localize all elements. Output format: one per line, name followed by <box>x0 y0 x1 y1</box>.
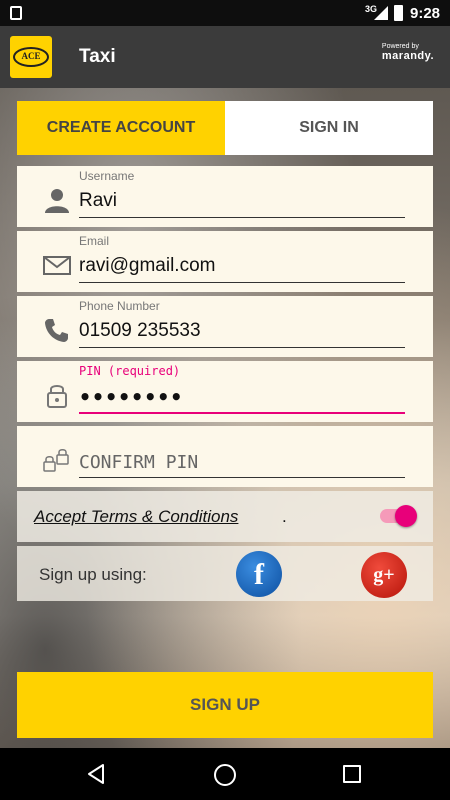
phone-icon <box>45 319 68 342</box>
facebook-icon[interactable]: f <box>236 551 282 597</box>
social-label: Sign up using: <box>39 565 147 584</box>
phone-label: Phone Number <box>79 299 160 313</box>
username-label: Username <box>79 169 135 183</box>
email-label: Email <box>79 234 110 248</box>
nav-bar <box>0 748 450 800</box>
pin-field[interactable]: PIN (required) •••••••• <box>17 361 433 422</box>
pin-underline <box>79 412 405 414</box>
terms-row: Accept Terms & Conditions . <box>17 491 433 542</box>
app-logo: ACE <box>10 36 52 78</box>
username-field[interactable]: Username Ravi <box>17 166 433 227</box>
tab-sign-in[interactable]: SIGN IN <box>225 101 433 155</box>
envelope-icon <box>43 256 71 275</box>
google-plus-icon[interactable]: g+ <box>361 552 407 598</box>
app-bar: ACE Taxi Powered by marandy. <box>0 26 450 88</box>
clock: 9:28 <box>410 5 441 22</box>
confirm-pin-underline <box>79 477 405 478</box>
status-bar: 3G 9:28 <box>0 0 450 26</box>
battery-icon <box>394 5 403 21</box>
person-icon <box>45 189 69 213</box>
terms-toggle[interactable] <box>395 505 417 527</box>
pin-label: PIN (required) <box>79 364 181 378</box>
username-underline <box>79 217 405 218</box>
sd-card-icon <box>10 6 22 20</box>
email-field[interactable]: Email ravi@gmail.com <box>17 231 433 292</box>
tab-create-account[interactable]: CREATE ACCOUNT <box>17 101 225 155</box>
back-icon[interactable] <box>86 763 106 785</box>
terms-suffix: . <box>282 507 287 526</box>
lock-icon <box>47 385 67 408</box>
recents-icon[interactable] <box>343 765 361 783</box>
app-title: Taxi <box>79 46 116 67</box>
phone-field[interactable]: Phone Number 01509 235533 <box>17 296 433 357</box>
confirm-pin-input[interactable]: CONFIRM PIN <box>79 452 198 473</box>
sign-up-button[interactable]: SIGN UP <box>17 672 433 738</box>
username-input[interactable]: Ravi <box>79 190 117 212</box>
social-signup-row: Sign up using: f g+ <box>17 546 433 601</box>
signal-icon <box>374 6 388 20</box>
phone-input[interactable]: 01509 235533 <box>79 320 201 342</box>
terms-link[interactable]: Accept Terms & Conditions <box>34 507 238 527</box>
email-input[interactable]: ravi@gmail.com <box>79 255 215 277</box>
home-icon[interactable] <box>214 764 236 786</box>
email-underline <box>79 282 405 283</box>
double-lock-icon <box>43 449 69 472</box>
tab-bar: CREATE ACCOUNT SIGN IN <box>17 101 433 155</box>
confirm-pin-field[interactable]: CONFIRM PIN <box>17 426 433 487</box>
pin-input[interactable]: •••••••• <box>79 385 183 409</box>
phone-underline <box>79 347 405 348</box>
powered-by: Powered by marandy. <box>381 43 434 62</box>
